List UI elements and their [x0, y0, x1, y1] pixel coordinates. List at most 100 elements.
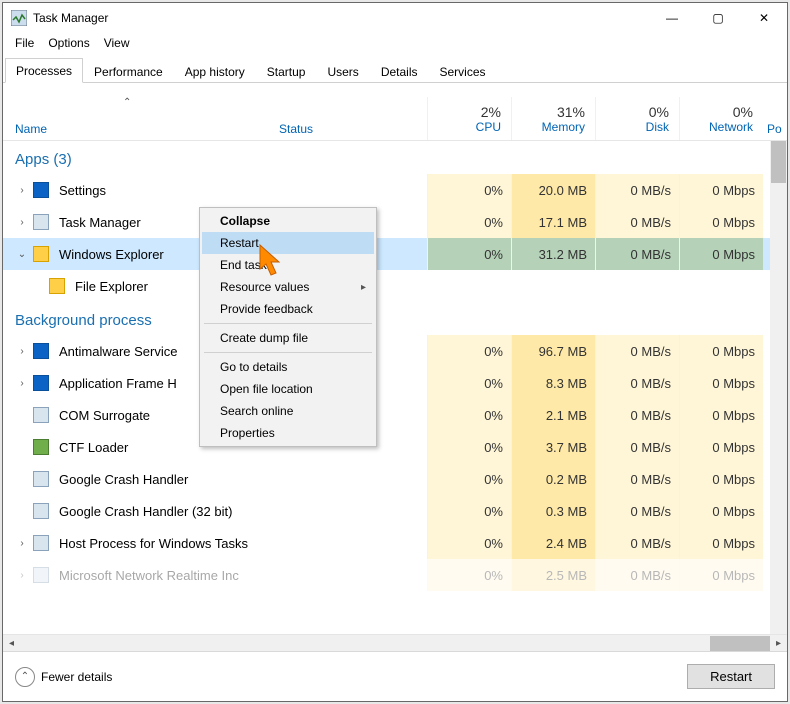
cell-disk: 0 MB/s	[595, 431, 679, 463]
ctx-search-online[interactable]: Search online	[202, 400, 374, 422]
maximize-button[interactable]: ▢	[695, 3, 741, 33]
tab-performance[interactable]: Performance	[83, 59, 174, 83]
tab-processes[interactable]: Processes	[5, 58, 83, 83]
cell-network: 0 Mbps	[679, 399, 763, 431]
expand-icon[interactable]: ›	[15, 570, 29, 581]
cell-disk: 0 MB/s	[595, 399, 679, 431]
process-row-app-frame[interactable]: ›Application Frame H 0% 8.3 MB 0 MB/s 0 …	[3, 367, 787, 399]
ctx-open-location[interactable]: Open file location	[202, 378, 374, 400]
tab-users[interactable]: Users	[316, 59, 369, 83]
menubar: File Options View	[3, 33, 787, 53]
process-list: Apps (3) ›Settings 0% 20.0 MB 0 MB/s 0 M…	[3, 141, 787, 634]
settings-icon	[33, 182, 49, 198]
process-row-google-crash-32[interactable]: ›Google Crash Handler (32 bit) 0% 0.3 MB…	[3, 495, 787, 527]
process-row-task-manager[interactable]: ›Task Manager 0% 17.1 MB 0 MB/s 0 Mbps	[3, 206, 787, 238]
cell-cpu: 0%	[427, 206, 511, 238]
cell-network: 0 Mbps	[679, 335, 763, 367]
cell-cpu: 0%	[427, 399, 511, 431]
cell-disk: 0 MB/s	[595, 559, 679, 591]
cell-network: 0 Mbps	[679, 463, 763, 495]
cell-network: 0 Mbps	[679, 527, 763, 559]
ctx-collapse[interactable]: Collapse	[202, 210, 374, 232]
generic-icon	[33, 407, 49, 423]
scroll-right-icon[interactable]: ▸	[770, 635, 787, 652]
cell-disk: 0 MB/s	[595, 335, 679, 367]
scrollbar-thumb[interactable]	[771, 141, 786, 183]
chevron-up-icon: ⌃	[15, 667, 35, 687]
generic-icon	[33, 503, 49, 519]
close-button[interactable]: ✕	[741, 3, 787, 33]
scroll-left-icon[interactable]: ◂	[3, 635, 20, 652]
ctx-resource-values[interactable]: Resource values▸	[202, 276, 374, 298]
ctx-properties[interactable]: Properties	[202, 422, 374, 444]
footer: ⌃ Fewer details Restart	[3, 651, 787, 701]
cell-memory: 17.1 MB	[511, 206, 595, 238]
process-row-com-surrogate[interactable]: ›COM Surrogate 0% 2.1 MB 0 MB/s 0 Mbps	[3, 399, 787, 431]
task-manager-icon	[33, 214, 49, 230]
folder-icon	[33, 246, 49, 262]
cell-disk: 0 MB/s	[595, 367, 679, 399]
process-row-ms-network[interactable]: ›Microsoft Network Realtime Inc 0% 2.5 M…	[3, 559, 787, 591]
ctx-end-task[interactable]: End task	[202, 254, 374, 276]
cell-network: 0 Mbps	[679, 367, 763, 399]
cell-memory: 2.5 MB	[511, 559, 595, 591]
ctx-go-to-details[interactable]: Go to details	[202, 356, 374, 378]
ctx-dump-file[interactable]: Create dump file	[202, 327, 374, 349]
menu-options[interactable]: Options	[42, 34, 95, 52]
col-header-memory[interactable]: 31%Memory	[511, 97, 595, 140]
ctf-icon	[33, 439, 49, 455]
process-row-settings[interactable]: ›Settings 0% 20.0 MB 0 MB/s 0 Mbps	[3, 174, 787, 206]
ctx-restart[interactable]: Restart	[202, 232, 374, 254]
col-header-name[interactable]: ⌃ Name	[3, 97, 275, 140]
cell-disk: 0 MB/s	[595, 495, 679, 527]
cell-cpu: 0%	[427, 174, 511, 206]
restart-button[interactable]: Restart	[687, 664, 775, 689]
col-header-cpu[interactable]: 2%CPU	[427, 97, 511, 140]
tab-startup[interactable]: Startup	[256, 59, 317, 83]
expand-icon[interactable]: ›	[15, 378, 29, 389]
cell-network: 0 Mbps	[679, 431, 763, 463]
cell-memory: 2.4 MB	[511, 527, 595, 559]
collapse-icon[interactable]: ⌄	[15, 249, 29, 260]
col-header-power-partial[interactable]: Po	[763, 97, 783, 140]
cell-network: 0 Mbps	[679, 495, 763, 527]
col-header-network[interactable]: 0%Network	[679, 97, 763, 140]
process-row-ctf-loader[interactable]: ›CTF Loader 0% 3.7 MB 0 MB/s 0 Mbps	[3, 431, 787, 463]
process-row-host-process[interactable]: ›Host Process for Windows Tasks 0% 2.4 M…	[3, 527, 787, 559]
folder-icon	[49, 278, 65, 294]
col-header-status[interactable]: Status	[275, 97, 427, 140]
cell-memory: 20.0 MB	[511, 174, 595, 206]
horizontal-scrollbar[interactable]: ◂ ▸	[3, 634, 787, 651]
menu-file[interactable]: File	[9, 34, 40, 52]
tab-services[interactable]: Services	[429, 59, 497, 83]
generic-icon	[33, 535, 49, 551]
process-row-windows-explorer[interactable]: ⌄Windows Explorer 0% 31.2 MB 0 MB/s 0 Mb…	[3, 238, 787, 270]
col-header-disk[interactable]: 0%Disk	[595, 97, 679, 140]
expand-icon[interactable]: ›	[15, 185, 29, 196]
process-row-antimalware[interactable]: ›Antimalware Service 0% 96.7 MB 0 MB/s 0…	[3, 335, 787, 367]
app-icon	[33, 375, 49, 391]
tab-bar: Processes Performance App history Startu…	[3, 57, 787, 83]
cell-cpu: 0%	[427, 431, 511, 463]
expand-icon[interactable]: ›	[15, 538, 29, 549]
tab-details[interactable]: Details	[370, 59, 429, 83]
cell-disk: 0 MB/s	[595, 527, 679, 559]
cell-memory: 31.2 MB	[511, 238, 595, 270]
titlebar[interactable]: Task Manager — ▢ ✕	[3, 3, 787, 33]
column-headers: ⌃ Name Status 2%CPU 31%Memory 0%Disk 0%N…	[3, 97, 787, 141]
menu-view[interactable]: View	[98, 34, 136, 52]
ctx-provide-feedback[interactable]: Provide feedback	[202, 298, 374, 320]
process-row-google-crash[interactable]: ›Google Crash Handler 0% 0.2 MB 0 MB/s 0…	[3, 463, 787, 495]
tab-app-history[interactable]: App history	[174, 59, 256, 83]
cell-cpu: 0%	[427, 559, 511, 591]
cell-memory: 96.7 MB	[511, 335, 595, 367]
expand-icon[interactable]: ›	[15, 217, 29, 228]
group-apps: Apps (3)	[3, 141, 787, 174]
cell-cpu: 0%	[427, 463, 511, 495]
scrollbar-thumb[interactable]	[710, 636, 770, 651]
minimize-button[interactable]: —	[649, 3, 695, 33]
process-row-file-explorer[interactable]: File Explorer	[3, 270, 787, 302]
group-background: Background process	[3, 302, 787, 335]
expand-icon[interactable]: ›	[15, 346, 29, 357]
fewer-details-button[interactable]: ⌃ Fewer details	[15, 667, 112, 687]
